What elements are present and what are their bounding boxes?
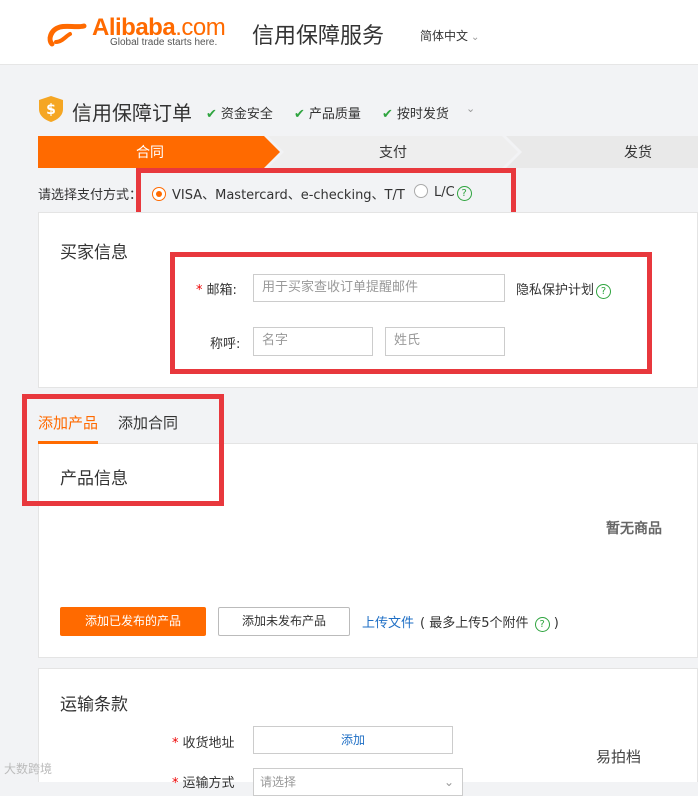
required-mark: *: [172, 776, 179, 791]
feature-product-quality: ✔ 产品质量: [294, 107, 361, 122]
language-label: 简体中文: [420, 29, 469, 43]
step-shipping-label: 发货: [624, 144, 652, 161]
chevron-down-icon: ⌄: [471, 32, 480, 43]
progress-steps: 合同 支付 发货: [38, 136, 698, 168]
feature-on-time-shipping: ✔ 按时发货: [382, 107, 449, 122]
alibaba-logo-icon[interactable]: [46, 20, 92, 50]
annotation-box-buyer: [170, 252, 652, 374]
language-select[interactable]: 简体中文 ⌄: [420, 27, 479, 44]
empty-product-text: 暂无商品: [606, 521, 662, 537]
buyer-info-title: 买家信息: [60, 243, 128, 263]
shield-icon: $: [39, 96, 63, 122]
logo-slogan: Global trade starts here.: [110, 37, 218, 48]
check-icon: ✔: [382, 107, 393, 122]
step-contract-label: 合同: [136, 145, 164, 161]
step-payment-label: 支付: [379, 145, 407, 161]
add-published-product-button[interactable]: 添加已发布的产品: [60, 607, 206, 636]
check-icon: ✔: [206, 107, 217, 122]
shipping-method-select[interactable]: 请选择 ⌄: [253, 768, 463, 796]
svg-text:$: $: [46, 102, 56, 118]
add-unpublished-product-button[interactable]: 添加未发布产品: [218, 607, 350, 636]
address-label: * 收货地址: [172, 736, 235, 751]
shipping-terms-title: 运输条款: [60, 695, 128, 715]
service-title: 信用保障服务: [252, 24, 385, 49]
watermark-left: 大数跨境: [4, 762, 53, 776]
required-mark: *: [172, 736, 179, 751]
features-chevron-down-icon[interactable]: ⌄: [466, 102, 475, 115]
feature-fund-safety: ✔ 资金安全: [206, 107, 273, 122]
page-title: 信用保障订单: [72, 101, 192, 125]
watermark-right: 易拍档: [596, 748, 642, 766]
chevron-down-icon: ⌄: [443, 775, 454, 789]
add-address-button[interactable]: 添加: [253, 726, 453, 754]
upload-note: ( 最多上传5个附件 ? ): [420, 616, 559, 632]
step-shipping-bg: [506, 136, 698, 168]
annotation-box-payment: [136, 168, 516, 218]
upload-file-link[interactable]: 上传文件: [362, 612, 414, 631]
check-icon: ✔: [294, 107, 305, 122]
annotation-box-product: [22, 394, 224, 506]
payment-method-label: 请选择支付方式：: [38, 188, 143, 203]
help-icon[interactable]: ?: [534, 617, 550, 632]
